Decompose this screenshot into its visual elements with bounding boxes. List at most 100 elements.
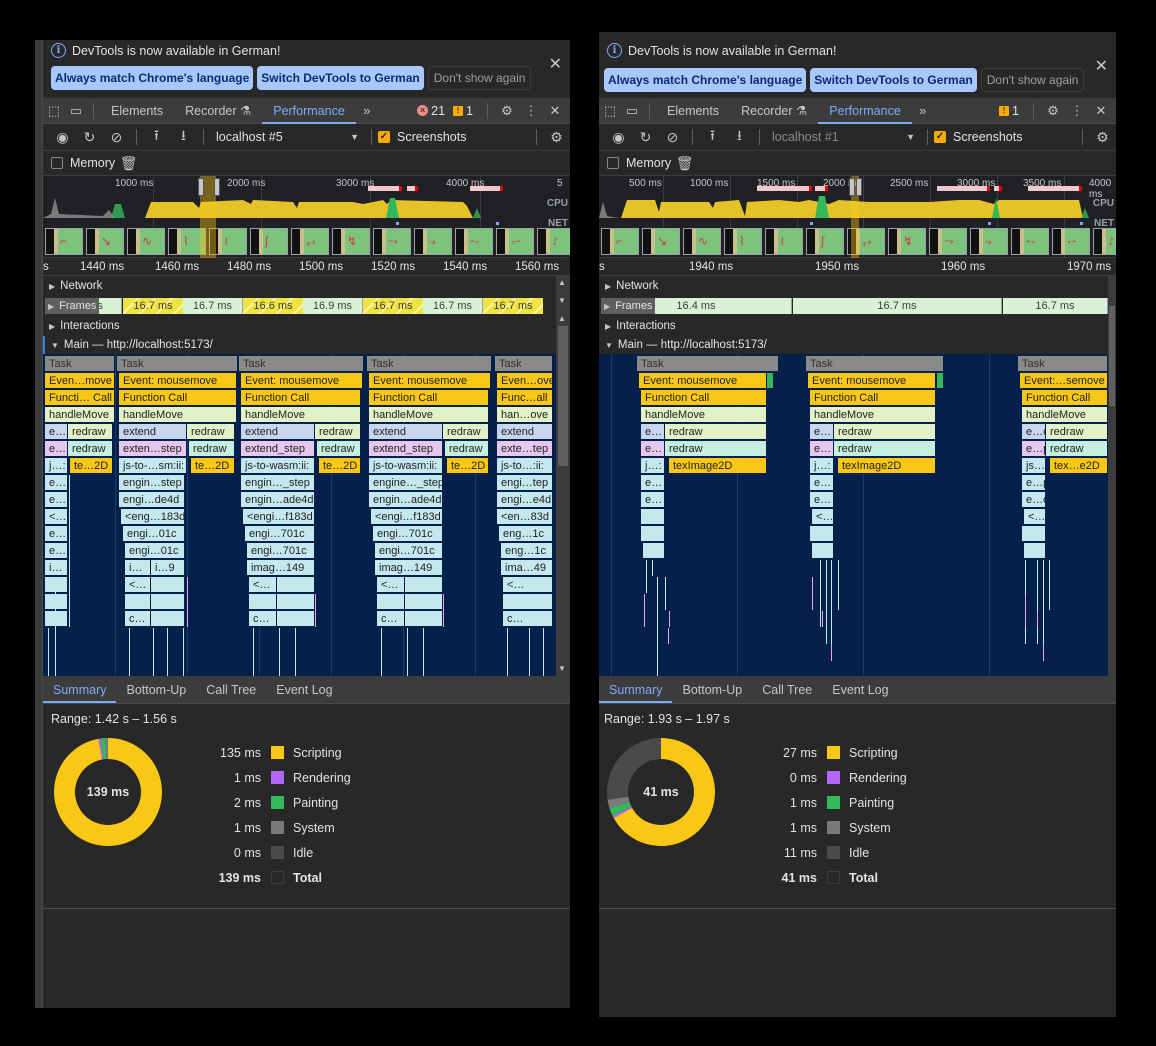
flame-entry[interactable] [277, 577, 315, 593]
flame-sliver[interactable] [153, 628, 154, 676]
always-match-language-button[interactable]: Always match Chrome's language [604, 68, 807, 92]
tab-call-tree[interactable]: Call Tree [196, 676, 266, 703]
flame-entry[interactable]: i…9 [151, 560, 185, 576]
flame-entry[interactable] [937, 373, 944, 389]
flame-entry[interactable]: te…2D [191, 458, 235, 474]
flame-entry[interactable]: e… [45, 492, 68, 508]
flame-entry[interactable] [151, 594, 185, 610]
flame-entry[interactable]: engin…_step [241, 475, 315, 491]
flame-sliver[interactable] [183, 628, 184, 676]
long-task-marker[interactable] [407, 186, 418, 191]
flame-entry[interactable]: <… [249, 577, 277, 593]
flame-entry[interactable]: Event: mousemove [639, 373, 767, 389]
warning-count-badge[interactable]: ! 1 [999, 104, 1019, 118]
flame-entry[interactable]: e… [45, 475, 68, 491]
screenshot-thumbnail[interactable]: ↯ [888, 228, 926, 255]
close-infobar-icon[interactable]: ✕ [1095, 56, 1108, 76]
flame-entry[interactable]: <… [812, 509, 834, 525]
range-start-handle[interactable] [198, 178, 204, 196]
scroll-up-icon[interactable]: ▲ [558, 314, 566, 323]
flame-entry[interactable]: Even…move [45, 373, 115, 389]
flame-entry[interactable]: Event: mousemove [808, 373, 936, 389]
flame-entry[interactable]: <… [377, 577, 405, 593]
always-match-language-button[interactable]: Always match Chrome's language [51, 66, 254, 90]
flame-sliver[interactable] [1037, 560, 1038, 644]
flame-entry[interactable] [277, 611, 315, 627]
screenshot-thumbnail[interactable]: ↘ [642, 228, 680, 255]
flame-entry[interactable] [643, 543, 665, 559]
flame-sliver[interactable] [381, 628, 382, 676]
flame-entry[interactable] [249, 594, 277, 610]
range-end-handle[interactable] [214, 178, 220, 196]
flame-sliver[interactable] [48, 628, 49, 676]
screenshot-thumbnail[interactable]: ⤷ [970, 228, 1008, 255]
frame-cell[interactable]: 16.7 ms [423, 298, 483, 314]
inspect-element-icon[interactable]: ⬚ [43, 103, 65, 119]
flame-entry[interactable]: Function Call [119, 390, 237, 406]
flame-entry[interactable]: texImage2D [669, 458, 767, 474]
flame-entry[interactable]: engi…01c [123, 526, 185, 542]
screenshot-thumbnail[interactable]: ⤳ [373, 228, 411, 255]
frame-cell[interactable]: 16.7 ms [183, 298, 243, 314]
flame-sliver[interactable] [826, 560, 827, 644]
flame-entry[interactable]: engine…_step [369, 475, 443, 491]
flame-entry[interactable]: e… [810, 441, 834, 457]
settings-gear-icon[interactable]: ⚙ [496, 103, 518, 119]
long-task-marker[interactable] [815, 186, 828, 191]
flame-entry[interactable]: extend_step [241, 441, 315, 457]
flame-sliver[interactable] [315, 594, 316, 627]
flame-sliver[interactable] [657, 577, 658, 676]
flame-entry[interactable]: e…p [1022, 441, 1046, 457]
flame-sliver[interactable] [279, 628, 280, 676]
track-main[interactable]: ▼ Main — http://localhost:5173/ [599, 336, 1116, 354]
flame-task[interactable]: Task [45, 356, 115, 372]
flame-entry[interactable]: engi…tep [497, 475, 553, 491]
screenshot-thumbnail[interactable]: ∫ [250, 228, 288, 255]
flame-entry[interactable]: eng…1c [499, 526, 553, 542]
screenshot-thumbnail[interactable]: ↘ [86, 228, 124, 255]
flame-entry[interactable] [45, 577, 68, 593]
long-task-marker[interactable] [470, 186, 503, 191]
flame-entry[interactable]: handleMove [241, 407, 361, 423]
flame-entry[interactable]: e… [45, 441, 68, 457]
flame-entry[interactable]: redraw [443, 424, 489, 440]
flame-entry[interactable]: redraw [1046, 441, 1108, 457]
flame-sliver[interactable] [812, 577, 813, 610]
track-main[interactable]: ▼ Main — http://localhost:5173/ [43, 336, 570, 354]
flame-entry[interactable]: redraw [317, 441, 361, 457]
screenshot-thumbnail[interactable]: ∿ [683, 228, 721, 255]
flame-entry[interactable]: js…: [1022, 458, 1046, 474]
timeline-overview[interactable]: 1000 ms 2000 ms 3000 ms 4000 ms 5 CPU NE… [43, 176, 570, 258]
flame-entry[interactable]: Function Call [1022, 390, 1108, 406]
flame-entry[interactable]: e…p [1022, 475, 1046, 491]
flame-entry[interactable]: e… [641, 441, 665, 457]
flame-sliver[interactable] [1043, 645, 1044, 661]
screenshot-thumbnail[interactable]: ≀ [765, 228, 803, 255]
flame-entry[interactable]: engi…e4d [497, 492, 553, 508]
flame-entry[interactable]: <… [45, 509, 68, 525]
flame-entry[interactable]: <… [125, 577, 151, 593]
flame-entry[interactable]: <engi…f183d [243, 509, 315, 525]
flame-sliver[interactable] [644, 594, 645, 627]
flame-entry[interactable]: Event:…semove [1020, 373, 1108, 389]
flame-entry[interactable]: handleMove [641, 407, 767, 423]
garbage-collect-trash-icon[interactable]: 🗑 [671, 155, 698, 172]
flame-sliver[interactable] [838, 560, 839, 610]
tab-event-log[interactable]: Event Log [266, 676, 342, 703]
flame-entry[interactable]: engi…701c [373, 526, 443, 542]
tab-bottom-up[interactable]: Bottom-Up [672, 676, 752, 703]
upload-icon[interactable]: ⭱ [699, 125, 726, 149]
flame-entry[interactable]: c… [125, 611, 151, 627]
close-infobar-icon[interactable]: ✕ [549, 54, 562, 74]
memory-checkbox[interactable]: Memory [607, 156, 671, 170]
warning-count-badge[interactable]: ! 1 [453, 104, 473, 118]
flame-entry[interactable]: handleMove [1022, 407, 1108, 423]
flame-entry[interactable]: i… [45, 560, 68, 576]
flame-entry[interactable] [151, 611, 185, 627]
more-tabs-icon[interactable]: » [356, 103, 378, 118]
flame-entry[interactable]: <engi…f183d [371, 509, 443, 525]
flame-entry[interactable]: e… [45, 526, 68, 542]
long-task-marker[interactable] [937, 186, 990, 191]
flame-entry[interactable]: extend [497, 424, 553, 440]
flame-entry[interactable] [125, 594, 151, 610]
